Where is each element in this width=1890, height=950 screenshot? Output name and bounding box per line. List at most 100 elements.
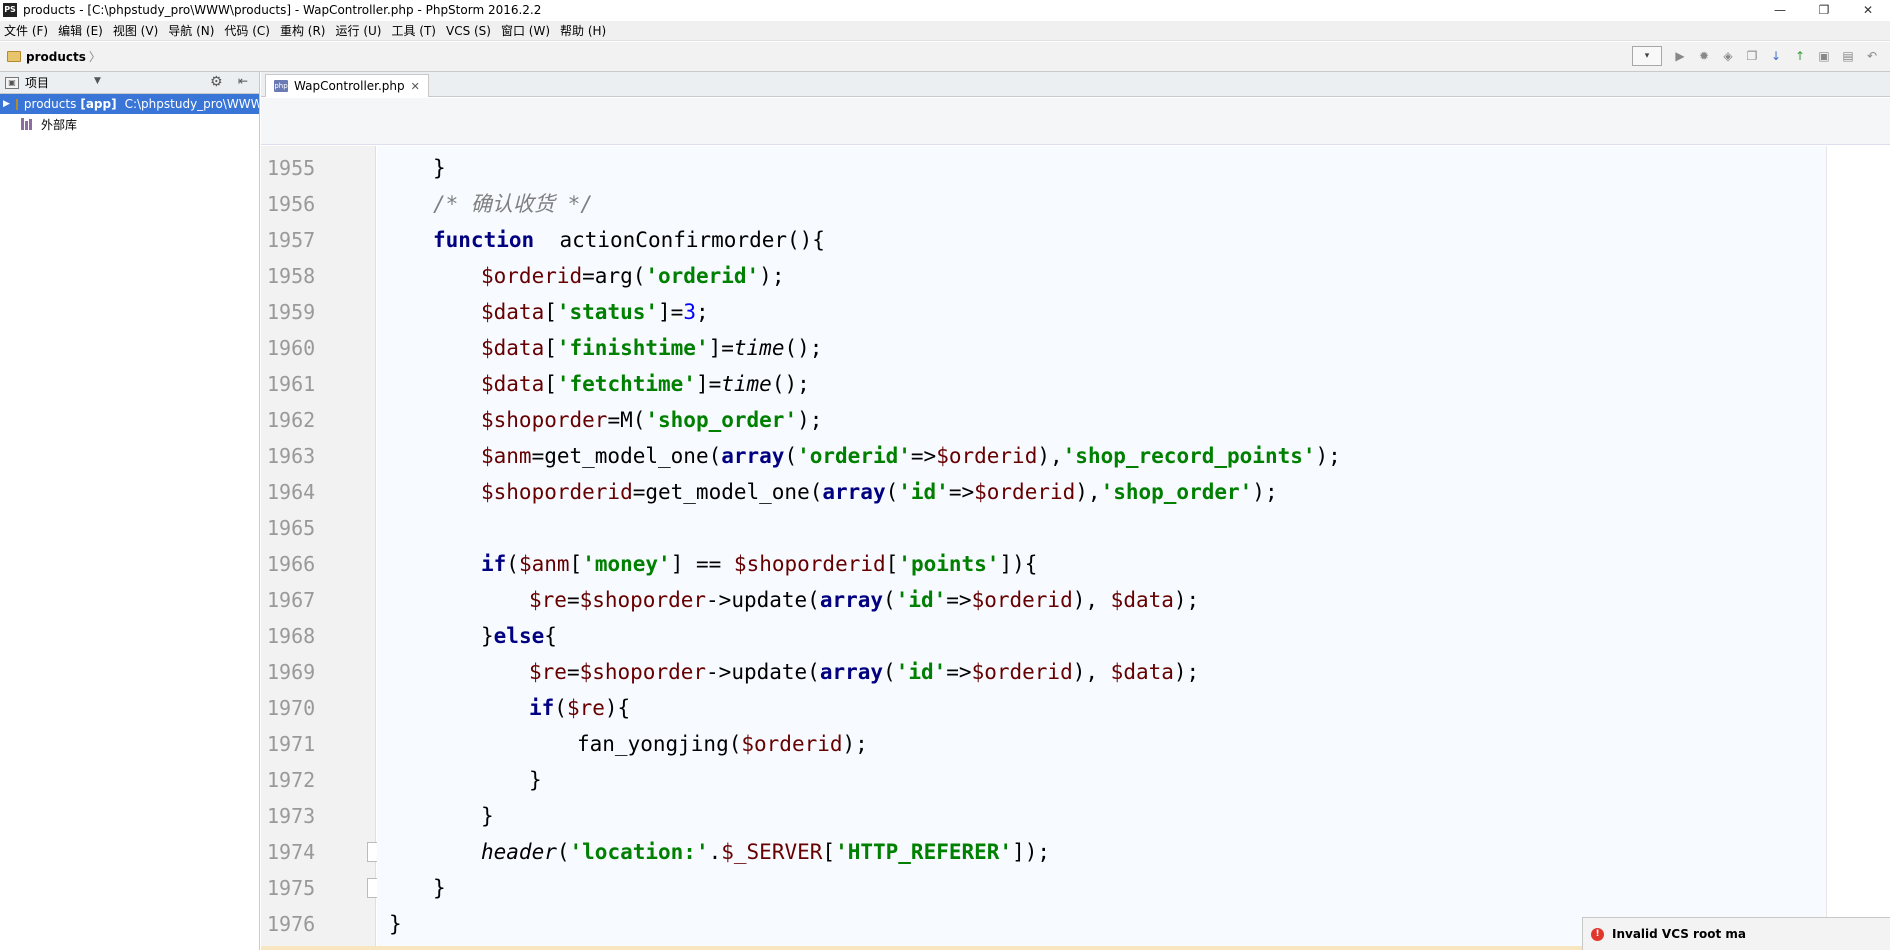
code-token: ]= [708, 336, 734, 360]
code-token: $re [529, 660, 567, 684]
code-line[interactable]: if($anm['money'] == $shoporderid['points… [481, 546, 1037, 582]
code-line[interactable]: } [481, 798, 494, 834]
code-token: $shoporder [481, 408, 608, 432]
navigation-bar: products 〉 ▾ ▶ ✹ ◈ ❐ ↓ ↑ ▣ ▤ ↶ [0, 42, 1890, 72]
code-token: ), [1072, 660, 1111, 684]
code-line[interactable]: } [529, 762, 542, 798]
debug-icon[interactable]: ✹ [1694, 46, 1714, 66]
code-line[interactable]: $shoporder=M('shop_order'); [481, 402, 822, 438]
tree-item-products[interactable]: ▶ products [app] C:\phpstudy_pro\WWW [0, 94, 259, 114]
coverage-icon[interactable]: ◈ [1718, 46, 1738, 66]
code-token: header [481, 840, 557, 864]
code-token: ); [842, 732, 868, 756]
close-icon[interactable]: ✕ [1846, 0, 1890, 20]
line-number: 1974 [267, 840, 316, 864]
code-token: $data [481, 336, 545, 360]
code-token: /* 确认收货 */ [433, 192, 593, 216]
vcs-compare-icon[interactable]: ▣ [1814, 46, 1834, 66]
close-tab-icon[interactable]: ✕ [411, 80, 420, 93]
code-token: =get_model_one( [531, 444, 722, 468]
menu-run[interactable]: 运行 (U) [332, 22, 388, 39]
code-token: 'shop_record_points' [1062, 444, 1316, 468]
code-line[interactable]: fan_yongjing($orderid); [577, 726, 868, 762]
hide-panel-icon[interactable]: ⇤ [238, 74, 248, 88]
code-token: ); [797, 408, 823, 432]
menu-window[interactable]: 窗口 (W) [497, 22, 556, 39]
menu-view[interactable]: 视图 (V) [109, 22, 164, 39]
menu-help[interactable]: 帮助 (H) [556, 22, 612, 39]
code-token: 'orderid' [797, 444, 911, 468]
code-token: ); [1173, 660, 1200, 684]
vcs-error-notification[interactable]: ! Invalid VCS root ma [1582, 917, 1890, 950]
code-token: $_SERVER [721, 840, 823, 864]
tree-item-tag: [app] [80, 97, 117, 111]
menu-vcs[interactable]: VCS (S) [442, 24, 497, 38]
menu-refactor[interactable]: 重构 (R) [276, 22, 332, 39]
code-token: } [481, 804, 494, 828]
code-token: if [481, 552, 507, 576]
code-token: array [721, 444, 785, 468]
code-token: $data [481, 300, 545, 324]
code-editor[interactable]: } /* 确认收货 */ function actionConfirmorder()… [377, 146, 1827, 950]
code-line[interactable]: } [433, 870, 446, 906]
run-config-dropdown[interactable]: ▾ [1632, 46, 1662, 66]
code-line[interactable]: } [389, 906, 402, 942]
code-line[interactable]: header('location:'.$_SERVER['HTTP_REFERE… [481, 834, 1050, 870]
code-line[interactable]: $data['status']=3; [481, 294, 709, 330]
minimize-icon[interactable]: — [1758, 0, 1802, 20]
folder-icon [7, 51, 21, 62]
menu-file[interactable]: 文件 (F) [0, 22, 54, 39]
breadcrumb-products[interactable]: products [26, 50, 86, 64]
menu-tools[interactable]: 工具 (T) [387, 22, 442, 39]
code-line[interactable]: /* 确认收货 */ [433, 186, 593, 222]
code-line[interactable]: $orderid=arg('orderid'); [481, 258, 784, 294]
code-token: 'location:' [569, 840, 709, 864]
stop-icon[interactable]: ❐ [1742, 46, 1762, 66]
run-icon[interactable]: ▶ [1670, 46, 1690, 66]
window-controls: — ❐ ✕ [1758, 0, 1890, 20]
code-line[interactable]: $data['fetchtime']=time(); [481, 366, 810, 402]
code-line[interactable]: }else{ [481, 618, 557, 654]
code-token: ); [759, 264, 785, 288]
code-line[interactable]: $anm=get_model_one(array('orderid'=>$ord… [481, 438, 1341, 474]
code-line[interactable]: if($re){ [529, 690, 630, 726]
line-number: 1964 [267, 480, 316, 504]
code-token: 'fetchtime' [556, 372, 696, 396]
code-line[interactable]: $shoporderid=get_model_one(array('id'=>$… [481, 474, 1278, 510]
tab-wapcontroller[interactable]: php WapController.php ✕ [265, 74, 429, 97]
line-number: 1966 [267, 552, 316, 576]
vcs-commit-icon[interactable]: ↑ [1790, 46, 1810, 66]
title-bar: PS products - [C:\phpstudy_pro\WWW\produ… [0, 0, 1890, 20]
breadcrumb-separator: 〉 [88, 50, 101, 64]
expand-arrow-icon[interactable]: ▶ [3, 99, 10, 109]
gear-icon[interactable]: ⚙ [210, 74, 223, 90]
code-token: if [529, 696, 555, 720]
menu-code[interactable]: 代码 (C) [220, 22, 276, 39]
code-token: $orderid [936, 444, 1038, 468]
vcs-history-icon[interactable]: ▤ [1838, 46, 1858, 66]
code-token: . [708, 840, 722, 864]
editor-breadcrumb-strip [261, 98, 1890, 145]
code-line[interactable]: } [433, 150, 446, 186]
restore-icon[interactable]: ❐ [1802, 0, 1846, 20]
tree-item-external-libraries[interactable]: 外部库 [0, 114, 259, 134]
menu-navigate[interactable]: 导航 (N) [164, 22, 220, 39]
code-token: $shoporder [579, 660, 707, 684]
project-panel-title[interactable]: 项目 [25, 74, 49, 91]
code-token: ]){ [999, 552, 1038, 576]
menu-edit[interactable]: 编辑 (E) [54, 22, 109, 39]
vcs-update-icon[interactable]: ↓ [1766, 46, 1786, 66]
vcs-revert-icon[interactable]: ↶ [1862, 46, 1882, 66]
chevron-down-icon[interactable]: ▼ [94, 76, 101, 86]
code-line[interactable]: $data['finishtime']=time(); [481, 330, 822, 366]
code-token: [ [544, 336, 557, 360]
code-line[interactable]: $re=$shoporder->update(array('id'=>$orde… [529, 582, 1199, 618]
code-line[interactable]: function actionConfirmorder(){ [433, 222, 825, 258]
code-token: actionConfirmorder(){ [534, 228, 825, 252]
code-line[interactable]: $re=$shoporder->update(array('id'=>$orde… [529, 654, 1199, 690]
project-view-icon: ▣ [5, 76, 19, 89]
code-token: $shoporder [579, 588, 707, 612]
code-token: ); [1315, 444, 1341, 468]
tree-item-path: C:\phpstudy_pro\WWW [124, 97, 259, 111]
line-number-gutter[interactable]: 1955 1956 1957 1958 1959 1960 1961 1962 1963 1964… [261, 146, 384, 950]
